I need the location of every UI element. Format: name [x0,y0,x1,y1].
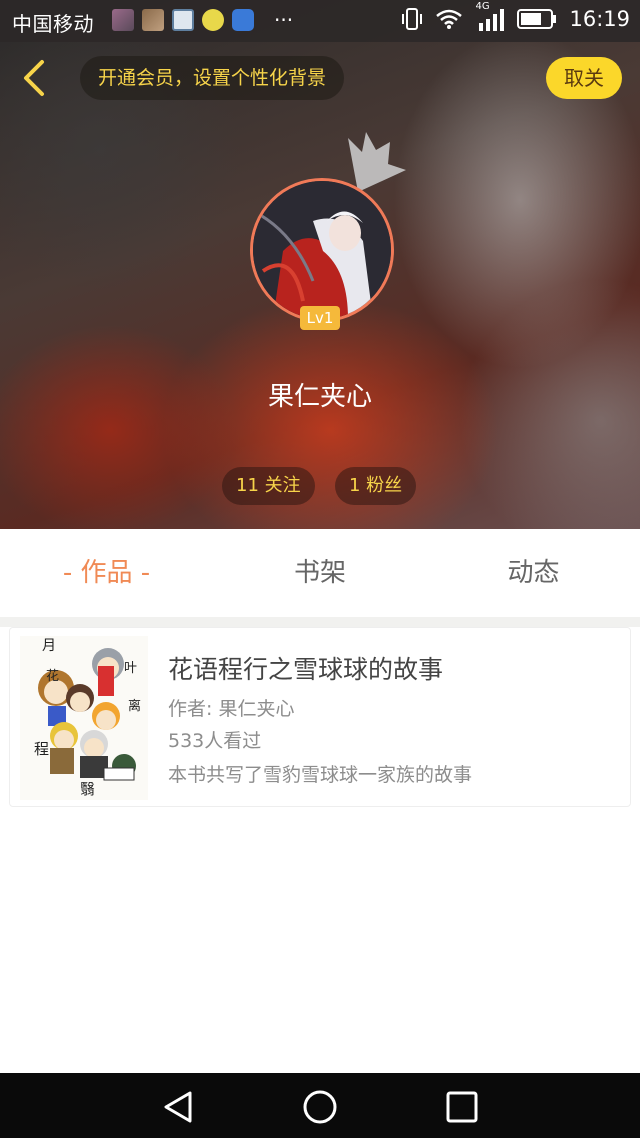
vibrate-icon [402,8,423,30]
cover-char: 花 [46,668,59,684]
book-author: 作者: 果仁夹心 [168,698,295,720]
paw-app-icon [232,9,254,31]
back-button[interactable] [14,56,54,100]
signal-icon: 4G [475,1,505,31]
cover-char: 翳 [80,780,95,798]
following-count[interactable]: 11 关注 [222,467,315,505]
notification-icons [112,9,254,31]
book-title[interactable]: 花语程行之雪球球的故事 [168,650,443,686]
chat-app-icon [202,9,224,31]
carrier-label: 中国移动 [12,12,94,36]
tab-bookshelf[interactable]: 书架 [213,529,427,617]
tab-works[interactable]: - 作品 - [0,529,213,617]
status-bar: 中国移动 ··· 4G 16:19 [0,0,640,42]
tab-bar: - 作品 - 书架 动态 [0,529,640,627]
square-recent-icon[interactable] [442,1087,482,1127]
cover-char: 离 [128,698,141,714]
work-card[interactable]: 月 花 叶 离 程 翳 花语程行之雪球球的故事 作者: 果仁夹心 533人看过 … [9,627,631,807]
vip-banner[interactable]: 开通会员，设置个性化背景 [80,56,345,100]
clock: 16:19 [569,7,630,31]
cover-char: 叶 [124,661,137,676]
avatar[interactable] [250,178,394,322]
notification-photo-icon [142,9,164,31]
tab-activity[interactable]: 动态 [427,529,640,617]
cover-char: 程 [34,740,49,758]
notification-photo-icon [112,9,134,31]
triangle-back-icon[interactable] [158,1087,198,1127]
system-nav-bar [0,1073,640,1138]
circle-home-icon[interactable] [300,1087,340,1127]
level-badge: Lv1 [300,306,340,330]
followers-count[interactable]: 1 粉丝 [335,467,417,505]
wifi-icon [436,9,463,29]
book-cover: 月 花 叶 离 程 翳 [20,636,148,800]
book-summary: 本书共写了雪豹雪球球一家族的故事 [168,764,473,786]
gallery-icon [172,9,194,31]
battery-icon [517,9,557,29]
username: 果仁夹心 [267,382,372,412]
more-notifications-icon: ··· [274,8,294,32]
cover-char: 月 [42,638,56,654]
unfollow-button[interactable]: 取关 [546,57,622,99]
book-views: 533人看过 [168,730,262,752]
